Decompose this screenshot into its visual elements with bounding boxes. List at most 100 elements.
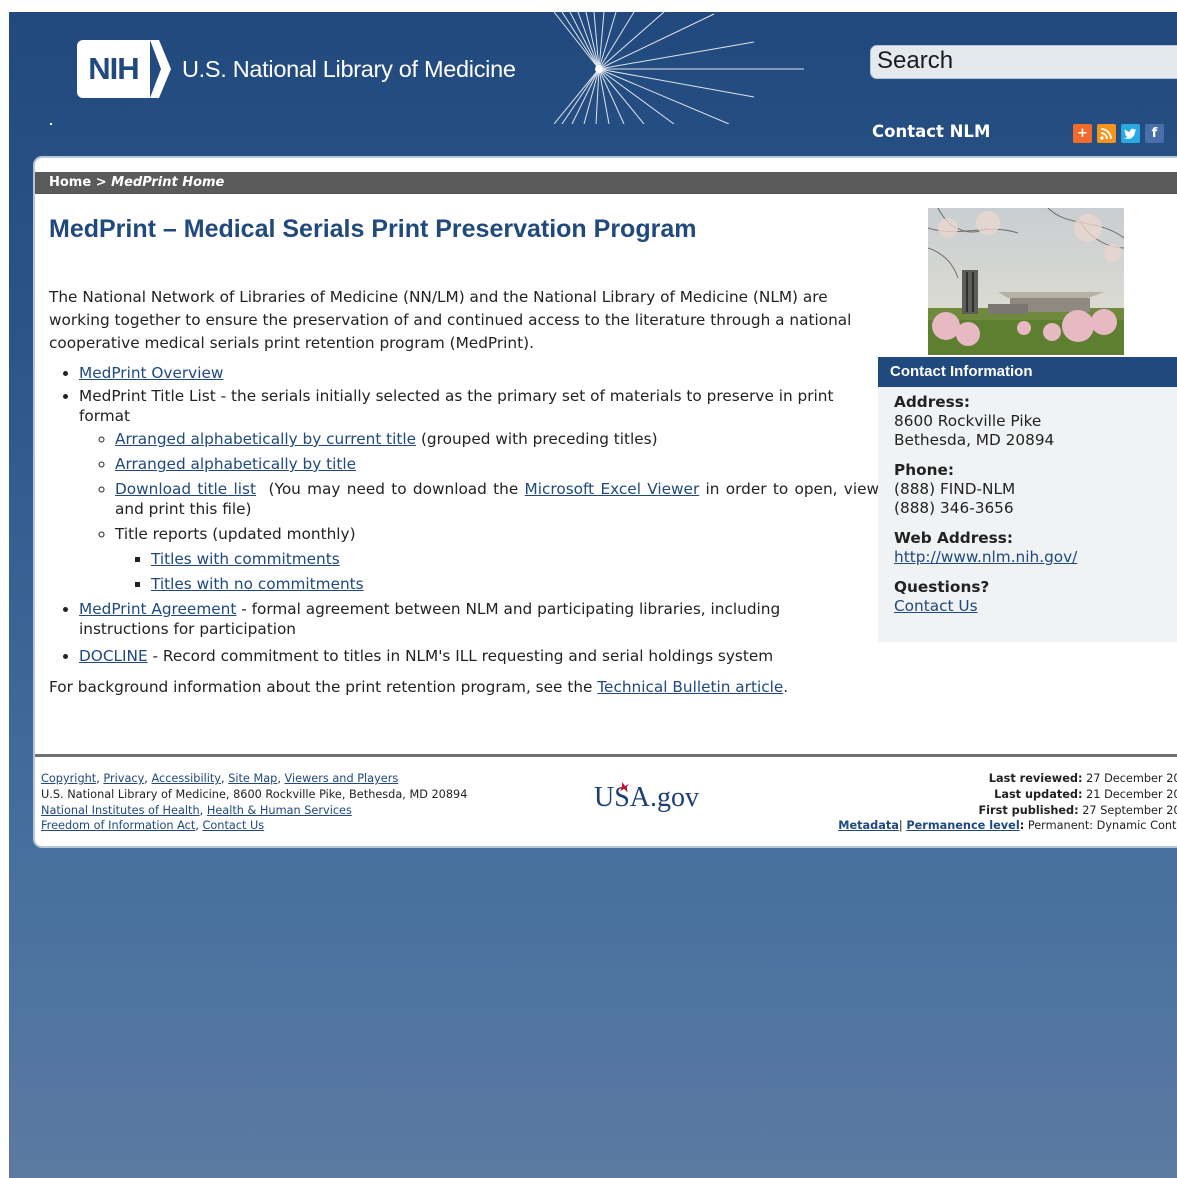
last-reviewed: Last reviewed: 27 December 2012 (775, 771, 1177, 787)
web-address-label: Web Address: (894, 529, 1013, 547)
last-updated: Last updated: 21 December 2012 (775, 787, 1177, 803)
list-item: MedPrint Agreement - formal agreement be… (79, 599, 819, 639)
page-dates: Last reviewed: 27 December 2012 Last upd… (775, 771, 1177, 834)
list-item: Arranged alphabetically by current title… (115, 429, 879, 449)
twitter-icon[interactable] (1121, 124, 1140, 143)
rss-icon[interactable] (1097, 124, 1116, 143)
breadcrumb-home[interactable]: Home (49, 175, 91, 190)
last-updated-value: 21 December 2012 (1086, 787, 1177, 801)
phone-2: (888) 346-3656 (894, 499, 1014, 517)
footer-line-4: Freedom of Information Act, Contact Us (41, 819, 265, 833)
web-group: Web Address: http://www.nlm.nih.gov/ (894, 529, 1177, 567)
last-reviewed-label: Last reviewed: (988, 772, 1083, 785)
social-icons: + f (1073, 124, 1164, 143)
contact-nlm-link[interactable]: Contact NLM (872, 122, 990, 141)
footer-links: Copyright, Privacy, Accessibility, Site … (41, 771, 467, 834)
background-paragraph: For background information about the pri… (49, 676, 879, 699)
search-box[interactable] (870, 45, 1177, 79)
nih-logo[interactable]: NIH U.S. National Library of Medicine (77, 40, 516, 98)
docline-text: - Record commitment to titles in NLM's I… (147, 647, 774, 665)
main-content: The National Network of Libraries of Med… (49, 286, 879, 699)
search-input[interactable] (877, 48, 1177, 74)
nih-logo-label: NIH (77, 40, 150, 98)
nlm-building-photo (928, 208, 1124, 355)
by-current-title-note: (grouped with preceding titles) (416, 430, 658, 448)
contact-heading: Contact Information (878, 357, 1177, 387)
titles-no-commitments-link[interactable]: Titles with no commitments (151, 575, 364, 593)
list-item: MedPrint Overview (79, 363, 879, 383)
list-item: Download title list (You may need to dow… (115, 479, 879, 519)
address-line-1: 8600 Rockville Pike (894, 412, 1042, 430)
address-group: Address: 8600 Rockville Pike Bethesda, M… (894, 393, 1177, 450)
main-list: MedPrint Overview MedPrint Title List - … (49, 363, 879, 666)
first-published-label: First published: (978, 803, 1079, 817)
list-item: Titles with commitments (151, 549, 879, 569)
first-published-value: 27 September 2011 (1082, 803, 1177, 817)
privacy-link[interactable]: Privacy (103, 772, 144, 785)
contact-information-panel: Contact Information Address: 8600 Rockvi… (878, 357, 1177, 642)
address-label: Address: (894, 393, 970, 411)
content-card: Home > MedPrint Home MedPrint – Medical … (33, 156, 1177, 848)
breadcrumb-separator: > (95, 175, 112, 190)
title-reports-sublist: Titles with commitments Titles with no c… (115, 549, 879, 594)
nih-chevron-icon (150, 40, 171, 98)
permanence: Metadata| Permanence level: Permanent: D… (775, 818, 1177, 834)
address-line-2: Bethesda, MD 20894 (894, 431, 1055, 449)
title-reports-text: Title reports (updated monthly) (115, 525, 356, 543)
hhs-link[interactable]: Health & Human Services (207, 804, 352, 817)
last-reviewed-value: 27 December 2012 (1086, 772, 1177, 785)
page-background: NIH U.S. National Library of Medicine Se… (9, 12, 1177, 1178)
titles-with-commitments-link[interactable]: Titles with commitments (151, 550, 340, 568)
site-map-link[interactable]: Site Map (228, 772, 277, 785)
page-title: MedPrint – Medical Serials Print Preserv… (49, 215, 697, 243)
medprint-agreement-link[interactable]: MedPrint Agreement (79, 600, 236, 618)
background-end: . (783, 678, 789, 696)
metadata-link[interactable]: Metadata (838, 819, 899, 832)
docline-link[interactable]: DOCLINE (79, 647, 148, 665)
web-address-link[interactable]: http://www.nlm.nih.gov/ (894, 548, 1077, 566)
list-item: Title reports (updated monthly) Titles w… (115, 524, 879, 594)
contact-body: Address: 8600 Rockville Pike Bethesda, M… (878, 387, 1177, 616)
phone-label: Phone: (894, 461, 954, 479)
footer-contact-us-link[interactable]: Contact Us (202, 819, 264, 832)
permanence-value: Permanent: Dynamic Content (1027, 819, 1177, 833)
accessibility-link[interactable]: Accessibility (151, 772, 221, 785)
footer-divider (35, 754, 1177, 757)
first-published: First published: 27 September 2011 (775, 803, 1177, 819)
questions-label: Questions? (894, 578, 990, 596)
download-title-list-link[interactable]: Download title list (115, 480, 256, 498)
facebook-icon[interactable]: f (1145, 124, 1164, 143)
phone-1: (888) FIND-NLM (894, 480, 1016, 498)
list-item: MedPrint Title List - the serials initia… (79, 386, 879, 594)
foia-link[interactable]: Freedom of Information Act (41, 819, 195, 832)
by-current-title-link[interactable]: Arranged alphabetically by current title (115, 430, 416, 448)
phone-group: Phone: (888) FIND-NLM (888) 346-3656 (894, 461, 1177, 518)
excel-viewer-link[interactable]: Microsoft Excel Viewer (525, 480, 700, 498)
contact-us-link[interactable]: Contact Us (894, 597, 978, 615)
background-text: For background information about the pri… (49, 678, 598, 696)
footer-line-1: Copyright, Privacy, Accessibility, Site … (41, 772, 399, 785)
breadcrumb-current: MedPrint Home (111, 175, 225, 190)
by-title-link[interactable]: Arranged alphabetically by title (115, 455, 356, 473)
permanence-level-link[interactable]: Permanence level (906, 819, 1019, 832)
library-name: U.S. National Library of Medicine (182, 55, 516, 82)
viewers-players-link[interactable]: Viewers and Players (285, 772, 399, 785)
download-note-1: (You may need to download the (255, 480, 525, 498)
list-item: Titles with no commitments (151, 574, 879, 594)
decorative-dot (50, 123, 52, 125)
list-item: DOCLINE - Record commitment to titles in… (79, 646, 879, 666)
starburst-graphic (554, 12, 804, 124)
breadcrumb: Home > MedPrint Home (35, 172, 1177, 194)
footer-line-3: National Institutes of Health, Health & … (41, 803, 352, 817)
title-list-text: MedPrint Title List - the serials initia… (79, 387, 834, 425)
intro-paragraph: The National Network of Libraries of Med… (49, 288, 852, 352)
usa-gov-logo[interactable]: USA.gov (592, 778, 702, 812)
last-updated-label: Last updated: (994, 787, 1083, 801)
title-list-sublist: Arranged alphabetically by current title… (79, 429, 879, 594)
add-this-icon[interactable]: + (1073, 124, 1092, 143)
technical-bulletin-link[interactable]: Technical Bulletin article (597, 678, 783, 696)
nih-link[interactable]: National Institutes of Health (41, 804, 200, 817)
copyright-link[interactable]: Copyright (41, 772, 96, 785)
medprint-overview-link[interactable]: MedPrint Overview (79, 364, 223, 382)
usa-gov-text: USA.gov (594, 782, 699, 812)
